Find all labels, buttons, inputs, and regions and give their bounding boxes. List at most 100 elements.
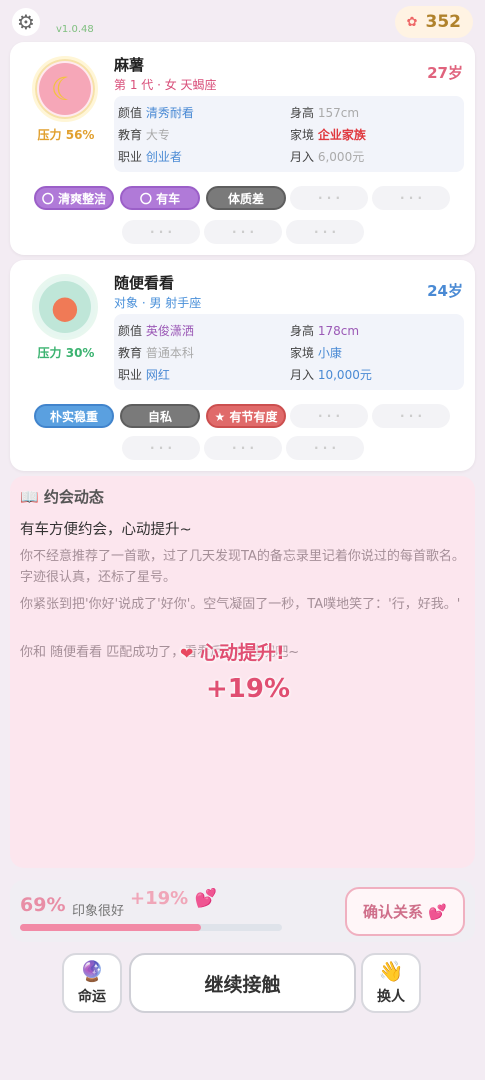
empty-trait-slot: · · ·: [122, 220, 200, 244]
swap-person-button[interactable]: 👋 换人: [361, 953, 421, 1013]
partner-avatar: ●: [32, 274, 98, 340]
flower-icon: ✿: [406, 14, 418, 30]
player-card: ☾ 压力 56% 麻薯 第 1 代 · 女 天蝎座 27岁 颜值 清秀耐看 身高…: [10, 42, 475, 255]
job-label: 职业: [118, 150, 143, 164]
empty-trait-slot: · · ·: [290, 404, 368, 428]
impression-label: 印象很好: [72, 904, 125, 919]
fate-label: 命运: [78, 989, 106, 1005]
income-label: 月入: [290, 368, 315, 382]
trait-tag[interactable]: 朴实稳重: [34, 404, 114, 428]
trait-tag[interactable]: 〇 有车: [120, 186, 200, 210]
looks-label: 颜值: [118, 106, 143, 120]
crystal-ball-icon: 🔮: [79, 959, 105, 983]
impression-progress-bar: [20, 924, 282, 931]
height-label: 身高: [290, 324, 315, 338]
empty-trait-slot: · · ·: [122, 436, 200, 460]
partner-name: 随便看看: [114, 274, 175, 292]
empty-trait-slot: · · ·: [372, 404, 450, 428]
impression-progress-fill: [20, 924, 201, 931]
family-value: 企业家族: [317, 128, 366, 142]
top-bar: ⚙ v1.0.48 ✿ 352: [0, 0, 485, 42]
looks-value: 清秀耐看: [145, 106, 194, 120]
player-pressure: 压力 56%: [37, 128, 95, 142]
player-age: 27岁: [427, 64, 463, 82]
player-info-box: 颜值 清秀耐看 身高 157cm 教育 大专 家境 企业家族 职业 创业者 月入…: [114, 96, 464, 172]
dating-log-panel: 📖 约会动态 有车方便约会，心动提升~ 你不经意推荐了一首歌，过了几天发现TA的…: [10, 476, 475, 868]
income-row: 月入 10,000元: [290, 366, 372, 383]
continue-contact-button[interactable]: 继续接触: [129, 953, 356, 1013]
job-value: 创业者: [145, 150, 182, 164]
dating-lead-text: 有车方便约会，心动提升~: [20, 522, 192, 538]
currency-count: 352: [425, 12, 462, 32]
trait-tag[interactable]: 体质差: [206, 186, 286, 210]
family-label: 家境: [290, 128, 315, 142]
partner-pressure: 压力 30%: [37, 346, 95, 360]
partner-card: ● 压力 30% 随便看看 对象 · 男 射手座 24岁 颜值 英俊潇洒 身高 …: [10, 260, 475, 471]
confirm-relationship-label: 确认关系: [363, 903, 424, 921]
empty-trait-slot: · · ·: [286, 220, 364, 244]
dating-event-text: 你不经意推荐了一首歌，过了几天发现TA的备忘录里记着你说过的每首歌名。字迹很认真…: [20, 549, 465, 585]
player-subtitle: 第 1 代 · 女 天蝎座: [114, 78, 217, 92]
player-name: 麻薯: [114, 56, 145, 74]
family-row: 家境 小康: [290, 344, 342, 361]
currency-badge: ✿ 352: [394, 6, 473, 38]
impression-panel: 69% 印象很好 +19% 💕 确认关系 💕: [10, 880, 475, 942]
settings-gear-icon[interactable]: ⚙: [12, 8, 40, 36]
height-value: 178cm: [317, 324, 360, 338]
height-value: 157cm: [317, 106, 360, 120]
looks-row: 颜值 英俊潇洒: [118, 322, 194, 339]
looks-row: 颜值 清秀耐看: [118, 104, 194, 121]
height-row: 身高 157cm: [290, 104, 359, 121]
waving-hand-icon: 👋: [378, 959, 404, 983]
empty-trait-slot: · · ·: [290, 186, 368, 210]
fate-button[interactable]: 🔮 命运: [62, 953, 122, 1013]
height-label: 身高: [290, 106, 315, 120]
impression-percent: 69%: [20, 894, 66, 916]
job-label: 职业: [118, 368, 143, 382]
heart-up-title: 心动提升!: [200, 642, 285, 664]
heart-up-value: +19%: [206, 674, 291, 704]
empty-trait-slot: · · ·: [204, 436, 282, 460]
impression-gain-value: +19%: [130, 888, 189, 909]
job-value: 网红: [145, 368, 170, 382]
partner-subtitle: 对象 · 男 射手座: [114, 296, 202, 310]
partner-info-box: 颜值 英俊潇洒 身高 178cm 教育 普通本科 家境 小康 职业 网红 月入 …: [114, 314, 464, 390]
family-value: 小康: [317, 346, 342, 360]
income-value: 10,000元: [317, 368, 372, 382]
income-value: 6,000元: [317, 150, 365, 164]
hearts-icon: ❤: [180, 644, 194, 663]
income-row: 月入 6,000元: [290, 148, 364, 165]
family-label: 家境: [290, 346, 315, 360]
empty-trait-slot: · · ·: [204, 220, 282, 244]
player-avatar: ☾: [32, 56, 98, 122]
hearts-icon: 💕: [194, 888, 217, 909]
trait-tag[interactable]: 自私: [120, 404, 200, 428]
education-row: 教育 普通本科: [118, 344, 194, 361]
version-label: v1.0.48: [56, 24, 94, 35]
trait-tag[interactable]: ★ 有节有度: [206, 404, 286, 428]
trait-tag[interactable]: 〇 清爽整洁: [34, 186, 114, 210]
empty-trait-slot: · · ·: [286, 436, 364, 460]
height-row: 身高 178cm: [290, 322, 359, 339]
education-row: 教育 大专: [118, 126, 170, 143]
dating-log-title: 📖 约会动态: [20, 488, 104, 506]
education-value: 普通本科: [145, 346, 194, 360]
swap-label: 换人: [377, 989, 405, 1005]
empty-trait-slot: · · ·: [372, 186, 450, 210]
dating-event-text: 你紧张到把'你好'说成了'好你'。空气凝固了一秒，TA噗地笑了：'行，好我。': [20, 597, 461, 612]
education-label: 教育: [118, 346, 143, 360]
hearts-icon: 💕: [428, 902, 447, 921]
peach-icon: ●: [39, 281, 91, 333]
partner-age: 24岁: [427, 282, 463, 300]
looks-label: 颜值: [118, 324, 143, 338]
banana-icon: ☾: [39, 63, 91, 115]
income-label: 月入: [290, 150, 315, 164]
job-row: 职业 创业者: [118, 148, 182, 165]
looks-value: 英俊潇洒: [145, 324, 194, 338]
education-value: 大专: [145, 128, 170, 142]
impression-gain: +19% 💕: [130, 888, 217, 909]
family-row: 家境 企业家族: [290, 126, 366, 143]
job-row: 职业 网红: [118, 366, 170, 383]
confirm-relationship-button[interactable]: 确认关系 💕: [345, 887, 465, 936]
heart-up-popup: ❤ 心动提升!: [180, 638, 285, 665]
